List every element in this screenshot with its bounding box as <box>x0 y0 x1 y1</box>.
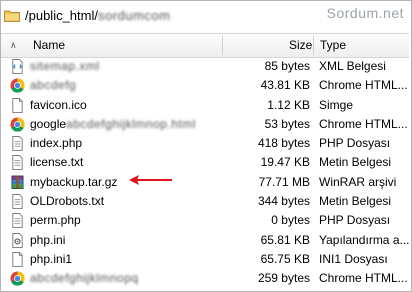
column-header: ∧ Name Size Type <box>1 33 409 58</box>
file-type: Simge <box>319 97 354 112</box>
file-row[interactable]: perm.php 0 bytes PHP Dosyası <box>1 211 409 230</box>
file-row[interactable]: favicon.ico 1.12 KB Simge <box>1 96 409 115</box>
file-size: 65.75 KB <box>260 251 310 266</box>
column-divider[interactable] <box>222 36 223 55</box>
file-size: 259 bytes <box>257 271 310 286</box>
generic-file-icon <box>10 251 25 267</box>
file-name: favicon.ico <box>30 97 87 112</box>
winrar-icon <box>10 175 25 190</box>
file-name: license.txt <box>30 155 84 170</box>
file-type: INI1 Dosyası <box>319 251 388 266</box>
file-type: Chrome HTML... <box>319 78 408 93</box>
file-row[interactable]: abcdefghijklmnopq 259 bytes Chrome HTML... <box>1 269 409 288</box>
file-name: abcdefg <box>30 78 77 93</box>
file-type: PHP Dosyası <box>319 136 391 151</box>
xml-file-icon <box>10 59 25 74</box>
file-row[interactable]: index.php 418 bytes PHP Dosyası <box>1 134 409 153</box>
file-name: abcdefghijklmnopq <box>30 271 139 286</box>
folder-icon <box>4 9 20 22</box>
watermark: Sordum.net <box>326 5 404 21</box>
file-size: 53 bytes <box>264 116 310 131</box>
file-size: 77.71 MB <box>258 174 310 189</box>
config-file-icon <box>10 232 25 248</box>
column-type[interactable]: Type <box>320 34 346 57</box>
highlight-arrow <box>129 175 172 185</box>
file-row[interactable]: OLDrobots.txt 344 bytes Metin Belgesi <box>1 192 409 211</box>
file-row[interactable]: googleabcdefghijklmnop.html 53 bytes Chrom… <box>1 115 409 134</box>
text-file-icon <box>10 194 25 210</box>
file-type: WinRAR arşivi <box>319 174 397 189</box>
file-size: 85 bytes <box>264 59 310 73</box>
file-type: Yapılandırma a... <box>319 232 409 247</box>
file-type: PHP Dosyası <box>319 213 391 228</box>
file-name: php.ini <box>30 232 66 247</box>
file-size: 1.12 KB <box>267 97 310 112</box>
chrome-icon <box>10 117 25 132</box>
file-type: XML Belgesi <box>319 59 386 73</box>
file-row[interactable]: sitemap.xml 85 bytes XML Belgesi <box>1 57 409 76</box>
file-name: mybackup.tar.gz <box>30 174 118 189</box>
file-size: 0 bytes <box>271 213 310 228</box>
file-list: sitemap.xml 85 bytes XML Belgesi abcdefg 43… <box>1 57 409 289</box>
sort-chevron-icon[interactable]: ∧ <box>10 40 17 50</box>
file-type: Chrome HTML... <box>319 271 408 286</box>
chrome-icon <box>10 78 25 93</box>
file-size: 418 bytes <box>257 136 310 151</box>
column-name[interactable]: Name <box>33 34 65 57</box>
file-name: php.ini1 <box>30 251 73 266</box>
file-type: Chrome HTML... <box>319 116 408 131</box>
file-size: 65.81 KB <box>260 232 310 247</box>
file-row[interactable]: php.ini1 65.75 KB INI1 Dosyası <box>1 250 409 269</box>
file-type: Metin Belgesi <box>319 155 392 170</box>
file-size: 19.47 KB <box>260 155 310 170</box>
text-file-icon <box>10 213 25 229</box>
generic-file-icon <box>10 97 25 113</box>
current-path: /public_html/ sordumcom <box>25 8 170 23</box>
file-row[interactable]: abcdefg 43.81 KB Chrome HTML... <box>1 76 409 95</box>
text-file-icon <box>10 155 25 171</box>
column-size[interactable]: Size <box>289 34 312 57</box>
file-row[interactable]: mybackup.tar.gz 77.71 MB WinRAR arşivi <box>1 173 409 192</box>
file-type: Metin Belgesi <box>319 194 392 209</box>
file-size: 344 bytes <box>257 194 310 209</box>
file-row[interactable]: license.txt 19.47 KB Metin Belgesi <box>1 153 409 172</box>
file-name: OLDrobots.txt <box>30 194 105 209</box>
file-name: index.php <box>30 136 83 151</box>
chrome-icon <box>10 271 25 286</box>
text-file-icon <box>10 136 25 152</box>
file-name: perm.php <box>30 213 81 228</box>
file-row[interactable]: php.ini 65.81 KB Yapılandırma a... <box>1 231 409 250</box>
column-divider[interactable] <box>313 36 314 55</box>
file-size: 43.81 KB <box>260 78 310 93</box>
path-prefix: /public_html/ <box>25 7 98 23</box>
file-name: sitemap.xml <box>30 59 100 73</box>
file-name: googleabcdefghijklmnop.html <box>30 116 196 131</box>
path-redacted: sordumcom <box>97 7 171 23</box>
